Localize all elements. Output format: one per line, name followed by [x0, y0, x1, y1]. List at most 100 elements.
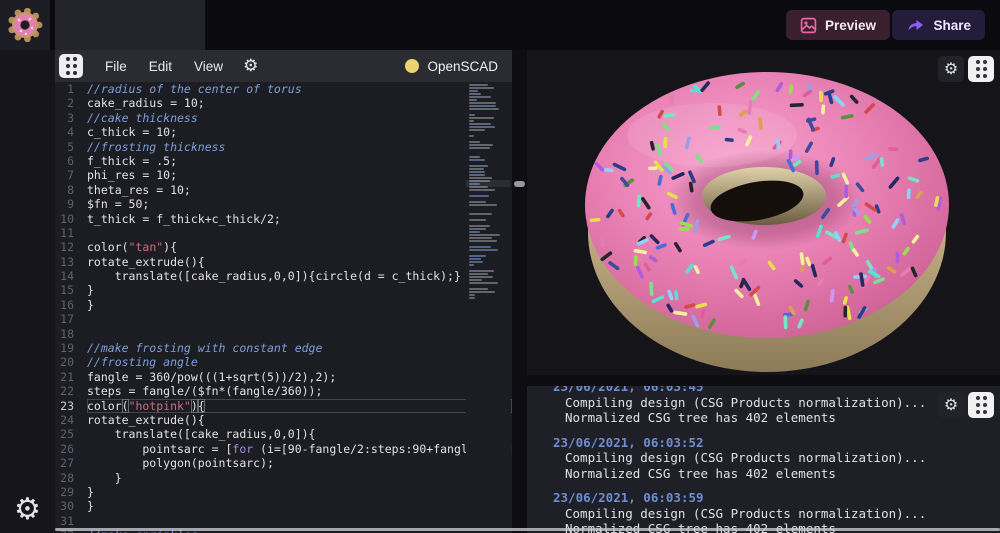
code-line[interactable]: 21fangle = 360/pow(((1+sqrt(5))/2),2); — [55, 370, 512, 384]
share-button-label: Share — [933, 18, 971, 33]
code-line[interactable]: 4c_thick = 10; — [55, 125, 512, 139]
divider-drag-thumb[interactable] — [514, 181, 525, 187]
editor-file-tab[interactable] — [55, 0, 205, 50]
code-line[interactable]: 20//frosting angle — [55, 355, 512, 369]
line-number: 10 — [55, 212, 87, 226]
line-number: 17 — [55, 312, 87, 326]
code-text: //frosting thickness — [87, 140, 512, 154]
viewer-panel[interactable]: ⚙ — [527, 50, 1000, 375]
viewer-gear-icon[interactable]: ⚙ — [938, 56, 964, 82]
menu-item-file[interactable]: File — [105, 59, 127, 74]
code-line[interactable]: 30} — [55, 499, 512, 513]
preview-button[interactable]: Preview — [786, 10, 890, 40]
app-logo[interactable] — [0, 0, 50, 50]
line-number: 21 — [55, 370, 87, 384]
donut-render — [527, 50, 1000, 375]
code-line[interactable]: 1//radius of the center of torus — [55, 82, 512, 96]
editor-panel: File Edit View ⚙ OpenSCAD 1//radius of the… — [55, 50, 512, 533]
line-number: 18 — [55, 327, 87, 341]
console-panel[interactable]: ⚙ 23/06/2021, 06:03:45Compiling design (… — [527, 386, 1000, 533]
line-number: 6 — [55, 154, 87, 168]
menu-item-edit[interactable]: Edit — [149, 59, 172, 74]
preview-button-label: Preview — [825, 18, 876, 33]
image-icon — [800, 17, 817, 34]
code-line[interactable]: 11 — [55, 226, 512, 240]
code-line[interactable]: 6f_thick = .5; — [55, 154, 512, 168]
line-number: 12 — [55, 240, 87, 254]
code-text: f_thick = .5; — [87, 154, 512, 168]
code-line[interactable]: 26 pointsarc = [for (i=[90-fangle/2:step… — [55, 442, 512, 456]
panel-split-divider[interactable] — [512, 50, 527, 533]
code-text: translate([cake_radius,0,0]){ — [87, 427, 512, 441]
code-line[interactable]: 31 — [55, 514, 512, 528]
code-line[interactable]: 18 — [55, 327, 512, 341]
console-message: Compiling design (CSG Products normaliza… — [553, 395, 990, 411]
code-line[interactable]: 27 polygon(pointsarc); — [55, 456, 512, 470]
console-entry: 23/06/2021, 06:03:52Compiling design (CS… — [553, 435, 990, 482]
code-line[interactable]: 3//cake thickness — [55, 111, 512, 125]
horizontal-scrollbar[interactable] — [55, 528, 1000, 531]
console-log: 23/06/2021, 06:03:45Compiling design (CS… — [527, 386, 1000, 533]
line-number: 13 — [55, 255, 87, 269]
line-number: 28 — [55, 471, 87, 485]
console-entry: 23/06/2021, 06:03:45Compiling design (CS… — [553, 386, 990, 426]
code-line[interactable]: 7phi_res = 10; — [55, 168, 512, 182]
code-line[interactable]: 15} — [55, 283, 512, 297]
code-line[interactable]: 22steps = fangle/($fn*(fangle/360)); — [55, 384, 512, 398]
code-line[interactable]: 14 translate([cake_radius,0,0]){circle(d… — [55, 269, 512, 283]
console-message: Compiling design (CSG Products normaliza… — [553, 506, 990, 522]
code-text: t_thick = f_thick+c_thick/2; — [87, 212, 512, 226]
code-text: c_thick = 10; — [87, 125, 512, 139]
line-number: 31 — [55, 514, 87, 528]
line-number: 22 — [55, 384, 87, 398]
code-text: //cake thickness — [87, 111, 512, 125]
console-entry: 23/06/2021, 06:03:59Compiling design (CS… — [553, 490, 990, 533]
code-line[interactable]: 29} — [55, 485, 512, 499]
code-line[interactable]: 19//make frosting with constant edge — [55, 341, 512, 355]
editor-drag-handle-icon[interactable] — [59, 54, 83, 78]
code-line[interactable]: 25 translate([cake_radius,0,0]){ — [55, 427, 512, 441]
console-drag-handle-icon[interactable] — [968, 392, 994, 418]
console-timestamp: 23/06/2021, 06:03:52 — [553, 435, 990, 451]
top-bar: Preview Share — [0, 0, 1000, 50]
console-message: Normalized CSG tree has 402 elements — [553, 521, 990, 533]
console-timestamp: 23/06/2021, 06:03:45 — [553, 386, 990, 395]
code-text: } — [87, 471, 512, 485]
code-line[interactable]: 2cake_radius = 10; — [55, 96, 512, 110]
code-text: $fn = 50; — [87, 197, 512, 211]
share-arrow-icon — [906, 17, 925, 34]
code-line[interactable]: 28 } — [55, 471, 512, 485]
line-number: 19 — [55, 341, 87, 355]
line-number: 23 — [55, 399, 87, 413]
code-line[interactable]: 8theta_res = 10; — [55, 183, 512, 197]
console-gear-icon[interactable]: ⚙ — [938, 392, 964, 418]
menu-item-view[interactable]: View — [194, 59, 223, 74]
code-line[interactable]: 12color("tan"){ — [55, 240, 512, 254]
code-text: } — [87, 298, 512, 312]
editor-gear-icon[interactable]: ⚙ — [243, 56, 258, 76]
code-line[interactable]: 5//frosting thickness — [55, 140, 512, 154]
code-editor[interactable]: 1//radius of the center of torus2cake_ra… — [55, 82, 512, 533]
code-line[interactable]: 10t_thick = f_thick+c_thick/2; — [55, 212, 512, 226]
code-text: } — [87, 499, 512, 513]
code-line[interactable]: 13rotate_extrude(){ — [55, 255, 512, 269]
code-line[interactable]: 9$fn = 50; — [55, 197, 512, 211]
viewer-drag-handle-icon[interactable] — [968, 56, 994, 82]
code-line[interactable]: 23color("hotpink"){ — [55, 399, 512, 413]
editor-status: OpenSCAD — [405, 59, 498, 74]
code-line[interactable]: 17 — [55, 312, 512, 326]
minimap-viewport — [466, 180, 510, 187]
line-number: 30 — [55, 499, 87, 513]
code-text: theta_res = 10; — [87, 183, 512, 197]
code-line[interactable]: 16} — [55, 298, 512, 312]
editor-minimap[interactable] — [466, 82, 510, 533]
code-text: cake_radius = 10; — [87, 96, 512, 110]
console-message: Normalized CSG tree has 402 elements — [553, 466, 990, 482]
code-text — [87, 312, 512, 326]
code-text: fangle = 360/pow(((1+sqrt(5))/2),2); — [87, 370, 512, 384]
code-text: //radius of the center of torus — [87, 82, 512, 96]
code-line[interactable]: 24rotate_extrude(){ — [55, 413, 512, 427]
line-number: 9 — [55, 197, 87, 211]
share-button[interactable]: Share — [892, 10, 985, 40]
settings-gear-icon[interactable]: ⚙ — [0, 495, 55, 525]
